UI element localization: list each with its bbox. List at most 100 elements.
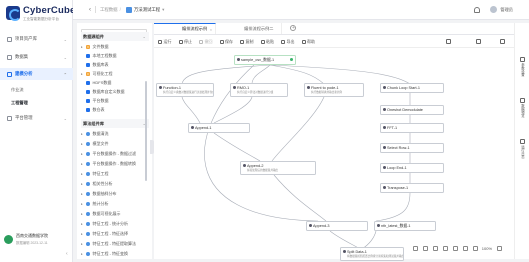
nav-item-label: 平台管理 bbox=[15, 115, 33, 120]
panel-scrollbar[interactable] bbox=[145, 81, 147, 181]
copy-button[interactable]: 复制 bbox=[240, 39, 254, 45]
brand-name: CyberCube bbox=[23, 5, 76, 16]
nav-sub-workflow[interactable]: 作业流 bbox=[0, 84, 73, 95]
workflow-node[interactable]: RMO-1 执行自定义算法对数据进行分组 bbox=[230, 83, 288, 97]
tree-item[interactable]: ▸ 特征工程 - 特征变换 bbox=[81, 250, 147, 259]
workflow-node[interactable]: FFT-1 bbox=[380, 123, 444, 133]
avatar[interactable] bbox=[490, 6, 498, 13]
org-card[interactable]: 西南交通数据学院 数据编辑 2023-12-11 bbox=[4, 233, 48, 245]
tree-item[interactable]: ▸ 特征工程 bbox=[81, 170, 147, 179]
help-button[interactable]: 帮助 bbox=[301, 39, 315, 45]
tree-item-label: 文件数据 bbox=[92, 44, 109, 50]
tab-workflow-2[interactable]: 编排流程示例二 bbox=[216, 23, 283, 34]
bell-icon[interactable] bbox=[474, 6, 481, 13]
chevron-down-icon: ⌄ bbox=[63, 54, 67, 60]
stop-button[interactable]: 停止 bbox=[178, 39, 192, 45]
tab-label: 编排流程示例二 bbox=[244, 25, 274, 31]
download-icon[interactable] bbox=[472, 246, 478, 251]
section-algorithms[interactable]: 算法组件库 ⌄ bbox=[81, 119, 149, 128]
nav-item-modeling[interactable]: 建模分析 ⌃ bbox=[0, 68, 73, 80]
fit-view-icon[interactable] bbox=[432, 246, 438, 251]
workflow-canvas[interactable]: sample_csv_数据-1 Function-1 执行自定义函数对数据集进行… bbox=[154, 49, 514, 261]
tree-item[interactable]: 数据库表 bbox=[81, 61, 147, 70]
nav-item-assets[interactable]: 项目资产库 ⌄ bbox=[0, 33, 73, 45]
rail-preview[interactable]: 数据预览 bbox=[518, 98, 527, 118]
export-button[interactable]: 导出 bbox=[281, 39, 295, 45]
grid-icon[interactable] bbox=[452, 246, 458, 251]
tree-item[interactable]: 本地工程数据 bbox=[81, 52, 147, 61]
user-name[interactable]: 管理员 bbox=[500, 7, 513, 13]
close-icon[interactable]: × bbox=[210, 27, 212, 32]
nav-sub-project[interactable]: 工程管理 bbox=[0, 97, 73, 108]
zoom-in-icon[interactable] bbox=[412, 246, 418, 251]
tree-item[interactable]: ▸ 文件数据 bbox=[81, 43, 147, 52]
tree-item[interactable]: ▸ 平台数据操作 - 数据转换 bbox=[81, 160, 147, 169]
nav-item-datasets[interactable]: 数据集 ⌄ bbox=[0, 51, 73, 63]
chevron-down-icon[interactable]: ⌄ bbox=[142, 34, 146, 39]
tree-item[interactable]: ▸ 可视化工程 bbox=[81, 70, 147, 79]
edge bbox=[375, 192, 411, 222]
run-button[interactable]: 运行 bbox=[158, 39, 172, 45]
tree-item[interactable]: ▸ 特征工程 - 统计分析 bbox=[81, 220, 147, 229]
rail-params[interactable]: 参数设置 bbox=[518, 57, 527, 77]
fullscreen-button[interactable] bbox=[476, 39, 481, 44]
tab-workflow-1[interactable]: 编排流程示例 × bbox=[154, 23, 217, 34]
tree-item[interactable]: 平台数据 bbox=[81, 97, 147, 106]
breadcrumb-root[interactable]: 工程数据 bbox=[100, 7, 118, 13]
minimap-icon[interactable] bbox=[462, 246, 468, 251]
export-icon bbox=[281, 39, 285, 44]
paste-button[interactable]: 粘贴 bbox=[260, 39, 274, 45]
tree-item[interactable]: ▸ 模型文件 bbox=[81, 140, 147, 149]
workflow-node[interactable]: Append-2 拼接处理后的数据集并输出 bbox=[240, 161, 316, 175]
back-icon[interactable]: ‹ bbox=[89, 7, 91, 13]
zoom-out-icon[interactable] bbox=[422, 246, 428, 251]
node-label: Chunk Loop Start-1 bbox=[387, 85, 420, 90]
workflow-node[interactable]: Append-3 bbox=[306, 221, 368, 231]
settings-button[interactable] bbox=[500, 39, 505, 44]
rail-logs[interactable]: 运行日志 bbox=[518, 139, 527, 159]
workflow-node[interactable]: Transpose-1 bbox=[380, 183, 444, 193]
workflow-node[interactable]: Loop End-1 bbox=[380, 163, 444, 173]
tree-item[interactable]: ▸ 特征工程 - 特征选择 bbox=[81, 230, 147, 239]
right-rail: 参数设置 数据预览 运行日志 bbox=[514, 23, 529, 259]
tree-item[interactable]: ▸ 数据可视化展示 bbox=[81, 210, 147, 219]
breadcrumb-current[interactable]: 万法测试工程 bbox=[134, 7, 160, 13]
tree-item[interactable]: ▸ 统计分析 bbox=[81, 200, 147, 209]
workflow-node[interactable]: Chunk Loop Start-1 bbox=[380, 83, 444, 93]
chevron-down-icon[interactable]: ▾ bbox=[162, 7, 164, 13]
save-button[interactable]: 保存 bbox=[219, 39, 233, 45]
component-icon bbox=[86, 81, 90, 86]
tree-item[interactable]: ▸ 相关性分析 bbox=[81, 180, 147, 189]
workflow-node[interactable]: Append-1 bbox=[188, 123, 250, 133]
fullscreen-icon[interactable] bbox=[497, 246, 502, 251]
tree-item[interactable]: ▸ 平台数据操作 - 数据过滤 bbox=[81, 150, 147, 159]
lock-icon[interactable] bbox=[442, 246, 448, 251]
tree-item[interactable]: 数仓表 bbox=[81, 106, 147, 115]
tree-item[interactable]: HDFS数据 bbox=[81, 79, 147, 88]
workflow-node[interactable]: Split Data-1 将数据集按照配置比例拆分训练集和测试集并输出 bbox=[340, 247, 404, 261]
add-tab-icon[interactable]: + bbox=[290, 25, 297, 31]
collapse-nav-icon[interactable]: ‹ bbox=[66, 251, 68, 257]
tree-item[interactable]: ▸ 特征工程 - 特征提取算法 bbox=[81, 240, 147, 249]
workflow-node[interactable]: Oneshot Demodulate bbox=[380, 105, 444, 115]
nav-item-platform[interactable]: 平台管理 ⌄ bbox=[0, 112, 73, 124]
nav-item-label: 项目资产库 bbox=[15, 36, 37, 41]
section-datasource[interactable]: 数据源组件 ⌄ bbox=[81, 32, 149, 41]
layout-button[interactable] bbox=[446, 39, 451, 44]
workflow-node[interactable]: sample_csv_数据-1 bbox=[234, 55, 296, 65]
tree-item[interactable]: ▸ 数据抽样分布 bbox=[81, 190, 147, 199]
nav-item-label: 建模分析 bbox=[15, 71, 33, 76]
brand-logo[interactable]: CyberCube 工业智能数据分析平台 bbox=[6, 6, 75, 22]
brand-logo-mark bbox=[6, 6, 21, 21]
layout-icon bbox=[446, 39, 451, 44]
algorithm-icon bbox=[86, 202, 90, 207]
edge bbox=[271, 96, 325, 162]
node-label: Append-3 bbox=[313, 223, 330, 228]
tree-item[interactable]: 数据库自定义数据 bbox=[81, 88, 147, 97]
workflow-node[interactable]: Fluent to pode-1 执行数据转换并输出新的列 bbox=[304, 83, 364, 97]
undo-button[interactable]: 撤回 bbox=[199, 39, 213, 45]
tree-item[interactable]: ▸ 数据清洗 bbox=[81, 130, 147, 139]
workflow-node[interactable]: Select Row-1 bbox=[380, 143, 444, 153]
workflow-node[interactable]: nth_latest_数据-1 bbox=[374, 221, 436, 231]
workflow-node[interactable]: Function-1 执行自定义函数对数据集进行过滤处理并生成新数据 bbox=[156, 83, 214, 97]
